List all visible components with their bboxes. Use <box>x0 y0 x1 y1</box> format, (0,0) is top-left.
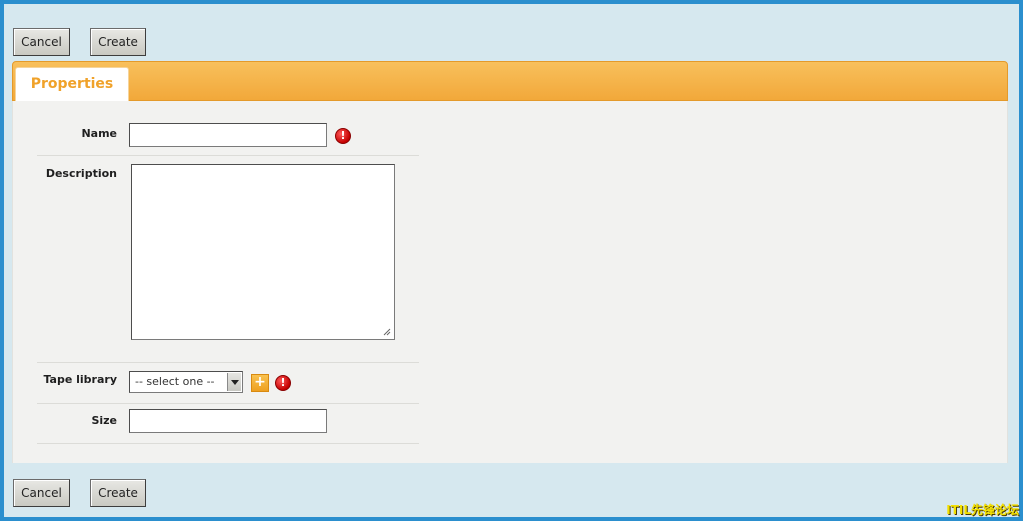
add-tape-library-icon[interactable]: + <box>251 374 269 392</box>
create-button-top[interactable]: Create <box>90 28 146 56</box>
name-required-icon: ! <box>335 128 351 144</box>
tape-library-selected-value: -- select one -- <box>135 375 215 388</box>
create-button-bottom[interactable]: Create <box>90 479 146 507</box>
row-divider <box>37 443 419 444</box>
size-input[interactable] <box>129 409 327 433</box>
chevron-down-icon[interactable] <box>227 373 241 391</box>
row-divider <box>37 155 419 156</box>
watermark-text: ITIL先锋论坛 <box>946 503 1019 517</box>
row-divider <box>37 403 419 404</box>
tape-library-required-icon: ! <box>275 375 291 391</box>
description-label: Description <box>45 167 117 180</box>
tab-bar: Properties <box>12 61 1008 101</box>
tape-library-select[interactable]: -- select one -- <box>129 371 243 393</box>
name-label: Name <box>81 127 117 140</box>
tape-library-label: Tape library <box>43 373 117 386</box>
properties-panel: Name ! Description Tape library -- selec… <box>12 101 1008 463</box>
resize-grip-icon[interactable] <box>383 328 391 336</box>
row-divider <box>37 362 419 363</box>
tab-properties[interactable]: Properties <box>15 67 129 101</box>
window-frame: Cancel Create Properties Name ! Descript… <box>0 0 1023 521</box>
description-textarea[interactable] <box>131 164 395 340</box>
cancel-button-bottom[interactable]: Cancel <box>13 479 70 507</box>
name-input[interactable] <box>129 123 327 147</box>
size-label: Size <box>91 414 117 427</box>
cancel-button-top[interactable]: Cancel <box>13 28 70 56</box>
